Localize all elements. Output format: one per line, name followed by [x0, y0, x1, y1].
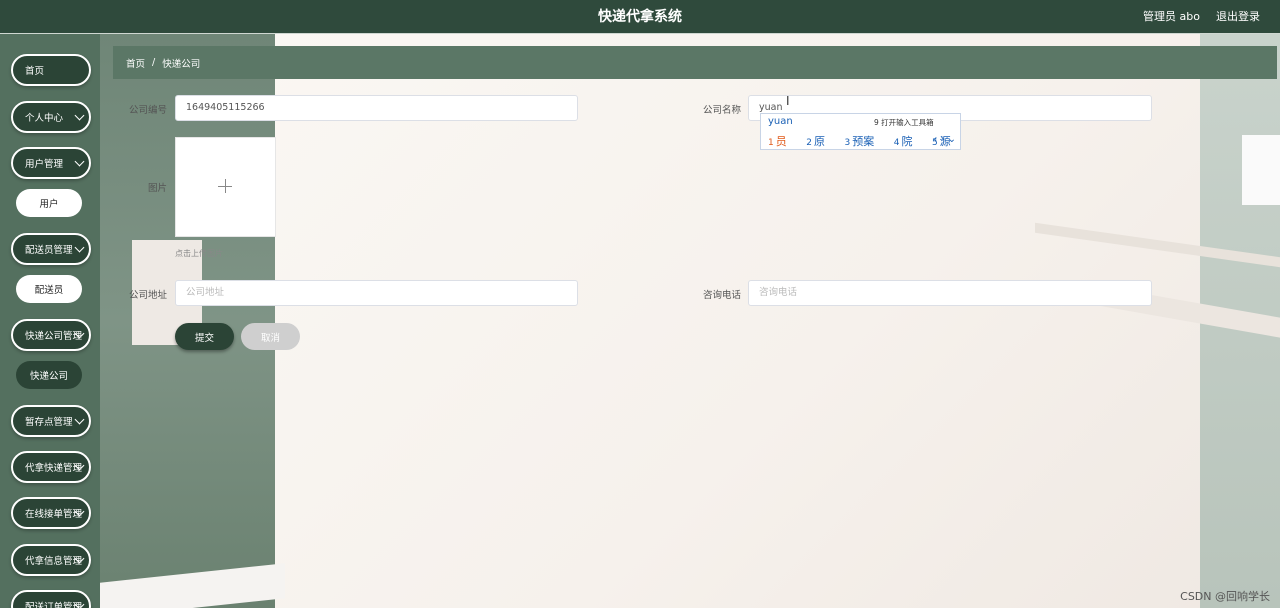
ime-candidate[interactable]: 2原: [806, 135, 833, 148]
sidebar-item-pickup-management[interactable]: 代拿快递管理: [11, 451, 91, 483]
sidebar-item-label: 首页: [25, 66, 45, 77]
sidebar-subitem-user[interactable]: 用户: [16, 189, 82, 217]
sidebar-item-label: 配送订单管理: [25, 602, 83, 608]
sidebar: 首页 个人中心 用户管理 用户 配送员管理 配送员 快递公司管理 快递公司 暂存…: [0, 34, 100, 608]
ime-toolbox-tip[interactable]: 9 打开输入工具箱: [874, 117, 934, 128]
breadcrumb-home[interactable]: 首页: [126, 56, 145, 70]
phone-field[interactable]: 咨询电话: [748, 280, 1152, 306]
phone-label: 咨询电话: [702, 290, 741, 301]
submit-button[interactable]: 提交: [175, 323, 234, 350]
watermark: CSDN @回响学长: [1180, 590, 1270, 603]
cancel-button[interactable]: 取消: [241, 323, 300, 350]
top-bar: 快递代拿系统 管理员 abo 退出登录: [0, 0, 1280, 34]
sidebar-item-label: 代拿信息管理: [25, 556, 83, 567]
breadcrumb-separator: /: [152, 57, 156, 68]
sidebar-subitem-courier[interactable]: 配送员: [16, 275, 82, 303]
image-upload[interactable]: [175, 137, 276, 237]
sidebar-item-label: 快递公司管理: [25, 331, 83, 342]
ime-composition: yuan: [768, 116, 793, 127]
ime-page-nav[interactable]: ‹ › ⌄: [933, 134, 956, 145]
sidebar-item-company-management[interactable]: 快递公司管理: [11, 319, 91, 351]
sidebar-item-home[interactable]: 首页: [11, 54, 91, 86]
chevron-down-icon: [74, 110, 85, 121]
sidebar-subitem-company[interactable]: 快递公司: [16, 361, 82, 389]
text-cursor-icon: I: [786, 94, 790, 108]
chevron-down-icon: [74, 156, 85, 167]
sidebar-item-online-order-management[interactable]: 在线接单管理: [11, 497, 91, 529]
ime-candidate[interactable]: 4院: [894, 135, 921, 148]
chevron-down-icon: [74, 414, 85, 425]
logout-link[interactable]: 退出登录: [1216, 8, 1260, 24]
sidebar-item-courier-management[interactable]: 配送员管理: [11, 233, 91, 265]
sidebar-item-profile[interactable]: 个人中心: [11, 101, 91, 133]
sidebar-item-delivery-order-management[interactable]: 配送订单管理: [11, 590, 91, 608]
sidebar-item-label: 在线接单管理: [25, 509, 83, 520]
ime-candidate[interactable]: 1员: [768, 135, 795, 148]
sidebar-item-label: 暂存点管理: [25, 417, 73, 428]
address-label: 公司地址: [128, 290, 167, 301]
upload-hint: 点击上传图片: [175, 249, 223, 258]
ime-candidate-window: yuan 9 打开输入工具箱 1员 2原 3 预案 4院 5源 ‹ › ⌄: [760, 113, 961, 150]
current-user: 管理员 abo: [1143, 10, 1200, 23]
company-no-label: 公司编号: [128, 105, 167, 116]
sidebar-item-storage-management[interactable]: 暂存点管理: [11, 405, 91, 437]
chevron-down-icon: [74, 242, 85, 253]
breadcrumb-current: 快递公司: [162, 58, 201, 70]
sidebar-item-label: 代拿快递管理: [25, 463, 83, 474]
company-name-label: 公司名称: [702, 105, 741, 116]
breadcrumb: 首页 / 快递公司: [113, 46, 1277, 79]
sidebar-item-label: 个人中心: [25, 113, 64, 124]
sidebar-item-user-management[interactable]: 用户管理: [11, 147, 91, 179]
app-title: 快递代拿系统: [598, 9, 682, 25]
sidebar-item-label: 配送员管理: [25, 245, 73, 256]
ime-candidate[interactable]: 3 预案: [844, 135, 882, 148]
sidebar-item-label: 用户管理: [25, 159, 64, 170]
sidebar-item-pickup-info-management[interactable]: 代拿信息管理: [11, 544, 91, 576]
company-no-field[interactable]: 1649405115266: [175, 95, 578, 121]
image-label: 图片: [147, 183, 167, 194]
address-field[interactable]: 公司地址: [175, 280, 578, 306]
